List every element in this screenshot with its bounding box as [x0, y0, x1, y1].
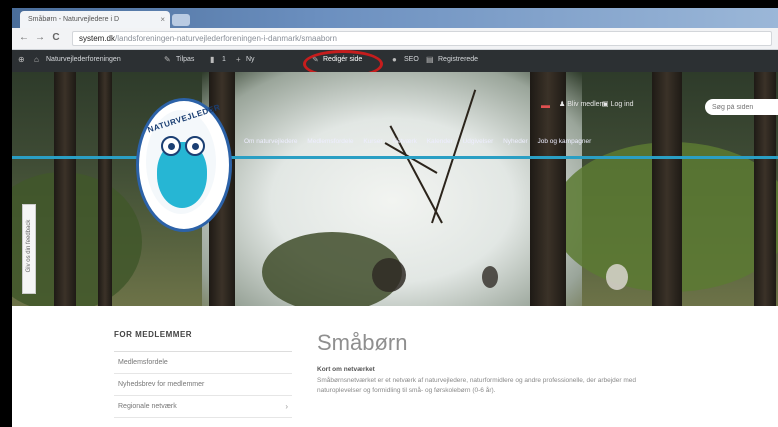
header-hero: ▬ ♟ Bliv medlem ▣ Log ind Om naturvejled… — [12, 72, 778, 306]
child-figure — [372, 258, 406, 292]
article-text: naturoplevelser og formidling til små- o… — [317, 387, 496, 394]
sidebar-item-label: Nyhedsbrev for medlemmer — [118, 381, 205, 388]
admin-site-link[interactable]: Naturvejlederforeningen — [46, 56, 121, 63]
login-icon: ▣ — [602, 101, 611, 108]
main-nav: Om naturvejledere Medlemsfordele Kurser … — [244, 138, 778, 145]
admin-registered-link[interactable]: Registrerede — [438, 56, 478, 63]
login-link[interactable]: ▣ Log ind — [602, 100, 634, 108]
user-icon: ♟ — [559, 101, 568, 108]
registered-icon: ▤ — [426, 55, 434, 64]
reload-icon[interactable]: C — [50, 32, 62, 44]
members-sidebar: FOR MEDLEMMER Medlemsfordele Nyhedsbrev … — [114, 330, 292, 418]
home-icon: ⌂ — [34, 55, 39, 64]
adult-figure — [606, 264, 628, 290]
page-content: FOR MEDLEMMER Medlemsfordele Nyhedsbrev … — [12, 306, 778, 427]
login-link-label: Log ind — [610, 101, 634, 108]
back-icon[interactable]: ← — [18, 32, 30, 44]
header-accent-line — [12, 156, 778, 159]
admin-bar: ⊕ ⌂ Naturvejlederforeningen ✎ Tilpas ▮ 1… — [12, 50, 778, 72]
search-input[interactable] — [705, 99, 778, 115]
admin-comments-count[interactable]: 1 — [222, 56, 226, 63]
address-bar: ← → C system.dk/landsforeningen-naturvej… — [12, 28, 778, 50]
browser-tab[interactable]: Småbørn - Naturvejledere i D × — [20, 11, 170, 28]
url-domain: system.dk — [79, 34, 116, 43]
seo-icon: ● — [392, 55, 397, 64]
nav-item[interactable]: Kalender — [427, 138, 453, 145]
page-title: Småbørn — [317, 330, 408, 355]
forward-icon[interactable]: → — [34, 32, 46, 44]
feedback-side-tab[interactable]: Giv os din feedback — [22, 204, 36, 294]
tab-strip: Småbørn - Naturvejledere i D × — [12, 8, 778, 28]
flag-icon: ▬ — [541, 100, 550, 110]
site-logo[interactable]: NATURVEJLEDER — [136, 98, 232, 232]
article-subhead: Kort om netværket — [317, 366, 375, 373]
browser-window: Småbørn - Naturvejledere i D × ← → C sys… — [12, 8, 778, 427]
admin-new-link[interactable]: Ny — [246, 56, 255, 63]
sidebar-item-regionale-netvaerk[interactable]: Regionale netværk › — [114, 396, 292, 418]
plus-icon: + — [236, 55, 241, 64]
sidebar-item-label: Medlemsfordele — [118, 359, 168, 366]
url-path: /landsforeningen-naturvejlederforeningen… — [115, 34, 337, 43]
tree-trunk — [652, 72, 682, 306]
child-figure — [482, 266, 498, 288]
admin-seo-link[interactable]: SEO — [404, 56, 419, 63]
sidebar-item-medlemsfordele[interactable]: Medlemsfordele — [114, 352, 292, 374]
nav-item[interactable]: Nyheder — [503, 138, 528, 145]
owl-eye-icon — [185, 136, 205, 156]
main-article: Småbørn Kort om netværket Småbørnsnetvær… — [317, 330, 777, 396]
tree-trunk — [98, 72, 112, 306]
sidebar-item-label: Regionale netværk — [118, 403, 177, 410]
wordpress-icon[interactable]: ⊕ — [18, 55, 28, 65]
nav-item[interactable]: Medlemsfordele — [307, 138, 353, 145]
nav-item[interactable]: Udgivelser — [463, 138, 494, 145]
comment-icon: ▮ — [210, 55, 215, 64]
nav-item[interactable]: Netværk — [392, 138, 417, 145]
tree-trunk — [54, 72, 76, 306]
nav-item[interactable]: Job og kampagner — [537, 138, 591, 145]
members-link[interactable]: ♟ Bliv medlem — [559, 100, 605, 108]
nav-item[interactable]: Om naturvejledere — [244, 138, 297, 145]
url-input[interactable]: system.dk/landsforeningen-naturvejlederf… — [72, 31, 772, 46]
brush-icon: ✎ — [164, 55, 171, 64]
article-text: Småbørnsnetværket er et netværk af natur… — [317, 377, 637, 384]
admin-customize-link[interactable]: Tilpas — [176, 56, 194, 63]
tab-title: Småbørn - Naturvejledere i D — [28, 16, 120, 23]
nav-item[interactable]: Kurser — [363, 138, 382, 145]
chevron-right-icon: › — [285, 402, 288, 411]
sidebar-item-nyhedsbrev[interactable]: Nyhedsbrev for medlemmer — [114, 374, 292, 396]
feedback-tab-label: Giv os din feedback — [26, 219, 32, 273]
owl-eye-icon — [161, 136, 181, 156]
close-tab-icon[interactable]: × — [160, 15, 165, 24]
sidebar-title: FOR MEDLEMMER — [114, 330, 292, 352]
new-tab-button[interactable] — [172, 14, 190, 26]
members-link-label: Bliv medlem — [567, 101, 606, 108]
